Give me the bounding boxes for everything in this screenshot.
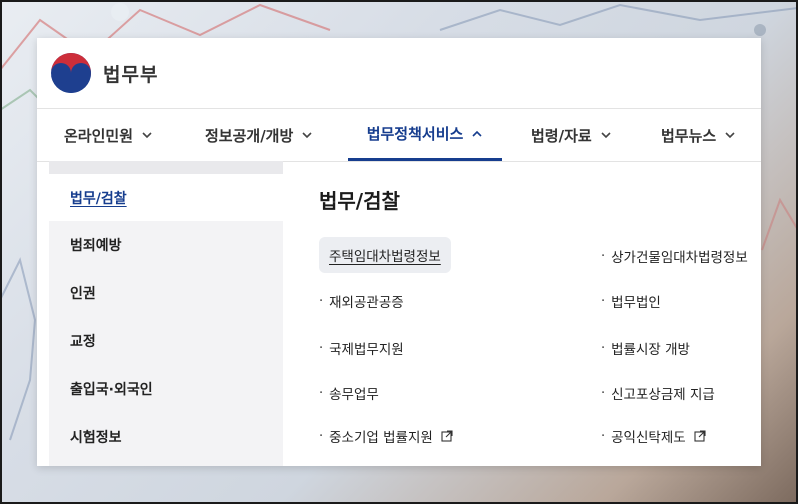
submenu-content: 법무/검찰 주택임대차법령정보 · 재외공관공증 · 국제법무지원 · 송무업무… — [319, 161, 761, 466]
bullet: · — [601, 385, 606, 401]
link-label: 신고포상금제 지급 — [611, 387, 715, 403]
link-housing-lease-law[interactable]: 주택임대차법령정보 — [319, 237, 451, 273]
link-legal-market-opening[interactable]: · 법률시장 개방 — [601, 338, 690, 359]
sidebar-item-label: 시험정보 — [70, 429, 122, 446]
link-label: 재외공관공증 — [329, 295, 404, 311]
nav-item-label: 법무뉴스 — [661, 126, 717, 145]
main-nav: 온라인민원 정보공개/개방 법무정책서비스 법령/자료 법무뉴스 — [37, 108, 761, 162]
sidebar-item-label: 교정 — [70, 333, 96, 350]
link-label: 상가건물임대차법령정보 — [611, 250, 748, 266]
link-overseas-notarization[interactable]: · 재외공관공증 — [319, 291, 404, 312]
link-label: 법률시장 개방 — [611, 342, 690, 358]
mega-menu-panel: 법무부 온라인민원 정보공개/개방 법무정책서비스 법령/자료 법무뉴스 법무/… — [37, 38, 761, 466]
external-link-icon — [441, 430, 453, 442]
nav-item-laws-materials[interactable]: 법령/자료 — [531, 109, 612, 161]
link-law-firms[interactable]: · 법무법인 — [601, 291, 661, 312]
nav-item-label: 법령/자료 — [531, 126, 592, 145]
chevron-up-icon — [472, 130, 482, 137]
chevron-down-icon — [302, 132, 312, 139]
chevron-down-icon — [142, 132, 152, 139]
bullet: · — [319, 385, 324, 401]
chevron-down-icon — [725, 132, 735, 139]
link-label: 법무법인 — [611, 295, 661, 311]
sidebar-item-label: 법무/검찰 — [70, 190, 127, 207]
bullet: · — [601, 340, 606, 356]
link-label: 중소기업 법률지원 — [329, 430, 433, 446]
taegeuk-emblem-icon[interactable] — [49, 51, 93, 95]
nav-item-legal-policy-services[interactable]: 법무정책서비스 — [348, 109, 502, 161]
sidebar-item-crime-prevention[interactable]: 범죄예방 — [49, 221, 283, 268]
sidebar-item-legal-prosecution[interactable]: 법무/검찰 — [49, 174, 283, 221]
sidebar-item-exam-info[interactable]: 시험정보 — [49, 413, 283, 460]
bullet: · — [319, 428, 324, 444]
submenu-title: 법무/검찰 — [319, 189, 400, 213]
chevron-down-icon — [601, 132, 611, 139]
category-sidebar: 법무/검찰 범죄예방 인권 교정 출입국·외국인 시험정보 — [49, 161, 283, 466]
link-public-trust-system[interactable]: · 공익신탁제도 — [601, 426, 706, 446]
bullet: · — [319, 293, 324, 309]
link-label: 주택임대차법령정보 — [329, 249, 441, 265]
link-international-legal-support[interactable]: · 국제법무지원 — [319, 338, 404, 359]
link-reward-payment[interactable]: · 신고포상금제 지급 — [601, 383, 715, 404]
external-link-icon — [694, 430, 706, 442]
site-header: 법무부 — [37, 38, 761, 108]
sidebar-item-label: 출입국·외국인 — [70, 381, 153, 398]
link-label: 송무업무 — [329, 387, 379, 403]
link-label: 공익신탁제도 — [611, 430, 686, 446]
link-sme-legal-support[interactable]: · 중소기업 법률지원 — [319, 426, 453, 446]
link-commercial-lease-law[interactable]: · 상가건물임대차법령정보 — [601, 246, 748, 267]
bullet: · — [601, 293, 606, 309]
nav-item-label: 온라인민원 — [64, 126, 134, 145]
sidebar-item-label: 인권 — [70, 285, 96, 302]
sidebar-item-label: 범죄예방 — [70, 237, 122, 254]
sidebar-item-human-rights[interactable]: 인권 — [49, 269, 283, 316]
nav-item-label: 정보공개/개방 — [205, 126, 294, 145]
bullet: · — [601, 248, 606, 264]
nav-item-label: 법무정책서비스 — [366, 125, 464, 143]
nav-item-online-civil[interactable]: 온라인민원 — [64, 109, 153, 161]
nav-item-legal-news[interactable]: 법무뉴스 — [661, 109, 736, 161]
sidebar-item-corrections[interactable]: 교정 — [49, 317, 283, 364]
bullet: · — [601, 428, 606, 444]
sidebar-top-strip — [49, 161, 283, 174]
brand-name[interactable]: 법무부 — [103, 60, 158, 87]
link-litigation-affairs[interactable]: · 송무업무 — [319, 383, 379, 404]
link-label: 국제법무지원 — [329, 342, 404, 358]
sidebar-item-immigration[interactable]: 출입국·외국인 — [49, 365, 283, 412]
nav-item-info-disclosure[interactable]: 정보공개/개방 — [205, 109, 313, 161]
bullet: · — [319, 340, 324, 356]
